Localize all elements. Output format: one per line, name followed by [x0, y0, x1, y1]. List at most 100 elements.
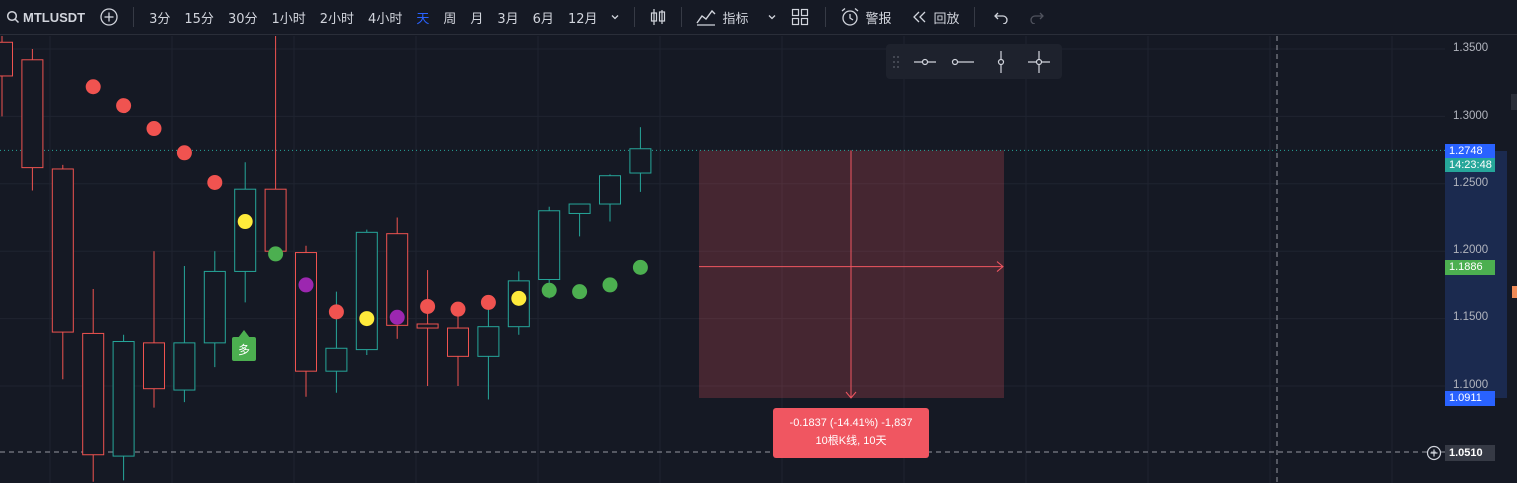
indicator-dot: [602, 277, 618, 293]
buy-signal-badge: 多: [232, 337, 256, 361]
grid-layout-icon: [791, 8, 809, 26]
indicator-dot: [268, 246, 284, 262]
indicator-dot: [511, 290, 527, 306]
candle-body: [203, 270, 226, 344]
chart-type-button[interactable]: [643, 0, 673, 35]
candlestick-chart[interactable]: [0, 36, 1445, 483]
candle-body: [112, 341, 135, 457]
cross-line-tool[interactable]: [1020, 44, 1058, 79]
horizontal-ray-icon: [951, 58, 974, 65]
timeframe-5[interactable]: 4小时: [361, 8, 409, 27]
indicator-dot: [541, 282, 557, 298]
indicator-dot: [632, 259, 648, 275]
indicator-dot: [237, 214, 253, 230]
candle-body: [295, 252, 317, 372]
price-label: 1.1500: [1453, 311, 1489, 323]
replay-button[interactable]: 回放: [898, 0, 966, 35]
drag-handle-icon[interactable]: [886, 44, 906, 79]
timeframe-10[interactable]: 6月: [526, 8, 561, 27]
horizontal-ray-tool[interactable]: [944, 44, 982, 79]
toolbar-divider: [824, 7, 826, 27]
cross-line-icon: [1028, 50, 1050, 73]
timeframe-4[interactable]: 2小时: [313, 8, 361, 27]
candle-body: [143, 342, 165, 390]
timeframe-6[interactable]: 天: [409, 8, 436, 27]
level-tag-green: 1.1886: [1445, 260, 1495, 275]
add-alert-button[interactable]: [1425, 444, 1443, 462]
price-label: 1.2000: [1453, 244, 1489, 256]
candle-body: [355, 231, 378, 351]
layout-button[interactable]: [783, 0, 817, 35]
toolbar-divider: [634, 7, 636, 27]
timeframe-2[interactable]: 30分: [221, 8, 265, 27]
vertical-line-icon: [997, 50, 1005, 73]
timeframe-7[interactable]: 周: [436, 8, 463, 27]
redo-button[interactable]: [1019, 0, 1055, 35]
indicator-dot: [572, 284, 588, 300]
measure-change-text: -0.1837 (-14.41%) -1,837: [789, 417, 913, 429]
price-label: 1.3000: [1453, 110, 1489, 122]
horizontal-line-icon: [914, 58, 936, 65]
level-tag-blue: 1.0911: [1445, 391, 1495, 406]
timeframe-dropdown[interactable]: [604, 0, 626, 35]
horizontal-line-tool[interactable]: [906, 44, 944, 79]
timeframe-0[interactable]: 3分: [142, 8, 177, 27]
toolbar-divider: [681, 7, 683, 27]
indicator-dot: [450, 301, 466, 317]
compare-button[interactable]: [93, 0, 125, 35]
replay-label: 回放: [933, 11, 960, 27]
timeframe-9[interactable]: 3月: [490, 8, 525, 27]
candles-icon: [649, 7, 667, 27]
toolbar-divider: [133, 7, 135, 27]
alarm-clock-icon: [840, 7, 860, 27]
badge-pointer: [238, 330, 250, 338]
candle-body: [599, 175, 621, 205]
indicator-chart-icon: [696, 8, 716, 26]
price-label: 1.3500: [1453, 42, 1489, 54]
candle-body: [477, 326, 500, 357]
scroll-handle[interactable]: [1511, 94, 1517, 110]
candle-body: [82, 332, 105, 456]
symbol-name: MTLUSDT: [23, 9, 86, 25]
indicator-dot: [116, 98, 132, 114]
candle-body: [51, 168, 74, 333]
indicators-label: 指标: [722, 11, 749, 27]
price-label: 1.2500: [1453, 177, 1489, 189]
chevron-down-icon: [767, 12, 777, 22]
indicator-dot: [176, 145, 192, 161]
toolbar-divider: [973, 7, 975, 27]
timeframe-1[interactable]: 15分: [177, 8, 221, 27]
timeframe-group: 3分 15分 30分 1小时 2小时 4小时天周月 3月 6月 12月: [142, 0, 604, 35]
indicator-dot: [420, 298, 436, 314]
vertical-line-tool[interactable]: [982, 44, 1020, 79]
candle-body: [173, 342, 196, 391]
crosshair-price-tag: 1.0510: [1445, 445, 1495, 461]
timeframe-8[interactable]: 月: [463, 8, 490, 27]
alert-button[interactable]: 警报: [834, 0, 898, 35]
candle-body: [234, 188, 257, 272]
indicator-dot: [328, 304, 344, 320]
undo-icon: [993, 10, 1009, 24]
right-edge-strip: [1507, 36, 1517, 483]
measure-bars-text: 10根K线, 10天: [815, 435, 887, 447]
indicator-dot: [207, 174, 223, 190]
candle-body: [264, 188, 287, 252]
candle-body: [21, 59, 44, 169]
symbol-search[interactable]: MTLUSDT: [0, 0, 93, 35]
countdown-tag: 14:23:48: [1445, 158, 1495, 172]
candle-body: [568, 203, 591, 214]
indicator-dot: [389, 309, 405, 325]
candle-body: [538, 210, 561, 281]
last-price-tag: 1.2748: [1445, 144, 1495, 158]
drawing-tools-bar: [886, 44, 1062, 79]
timeframe-11[interactable]: 12月: [561, 8, 605, 27]
indicator-dot: [298, 277, 314, 293]
price-label: 1.1000: [1453, 379, 1489, 391]
rewind-icon: [912, 10, 928, 24]
undo-button[interactable]: [983, 0, 1019, 35]
candle-body: [325, 347, 348, 372]
alert-label: 警报: [865, 11, 892, 27]
indicators-button[interactable]: 指标: [690, 0, 782, 35]
indicator-dot: [85, 79, 101, 95]
timeframe-3[interactable]: 1小时: [264, 8, 312, 27]
